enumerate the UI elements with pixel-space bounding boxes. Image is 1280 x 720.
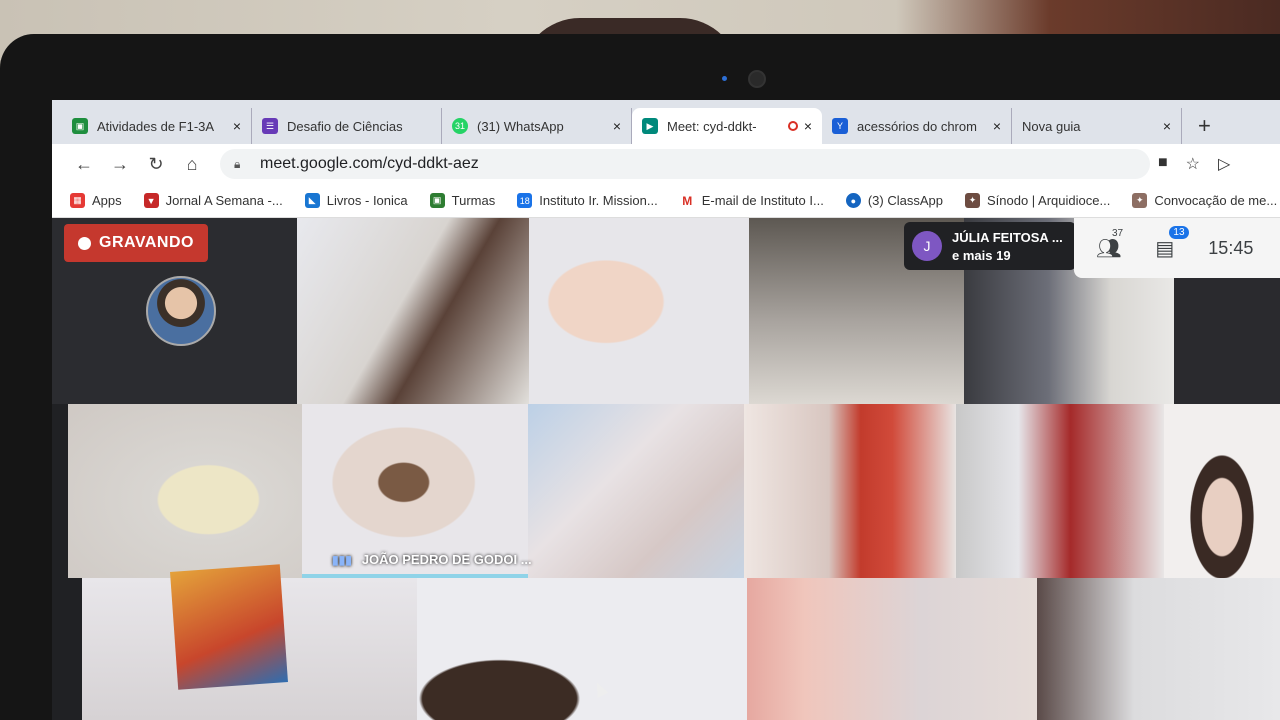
bookmark-instituto[interactable]: 18 Instituto Ir. Mission...	[517, 193, 658, 208]
video-tile[interactable]	[529, 218, 749, 404]
browser-toolbar: ← → ↻ ⌂ 🔒︎ meet.google.com/cyd-ddkt-aez …	[52, 144, 1280, 184]
tab-strip: ▣ Atividades de F1-3A × ☰ Desafio de Ciê…	[52, 100, 1280, 144]
close-icon[interactable]: ×	[613, 118, 621, 134]
presenter-name: JÚLIA FEITOSA ...	[952, 229, 1063, 245]
video-tile[interactable]	[297, 218, 529, 404]
video-tile[interactable]	[747, 578, 1037, 720]
recording-badge: GRAVANDO	[64, 224, 208, 262]
tab-meet[interactable]: ▶ Meet: cyd-ddkt- ×	[632, 108, 822, 144]
toolbar-actions: ■ ☆ ▷	[1158, 154, 1230, 174]
tab-whatsapp[interactable]: 31 (31) WhatsApp ×	[442, 108, 632, 144]
audio-level-icon: ▮▮▮	[332, 552, 352, 567]
gmail-icon: M	[679, 193, 695, 208]
bookmark-label: Instituto Ir. Mission...	[539, 193, 658, 208]
bookmark-label: Jornal A Semana -...	[165, 193, 283, 208]
presenter-chip[interactable]: J JÚLIA FEITOSA ... e mais 19	[904, 222, 1076, 270]
tab-title: Nova guia	[1022, 118, 1081, 134]
record-dot-icon	[78, 236, 91, 250]
video-tile[interactable]	[1037, 578, 1280, 720]
webcam-icon	[748, 70, 766, 88]
bookmark-label: Apps	[92, 193, 122, 208]
speaking-indicator	[302, 574, 528, 578]
apps-grid-icon: ▦	[70, 193, 85, 208]
lock-icon: 🔒︎	[234, 156, 241, 171]
bookmark-label: (3) ClassApp	[867, 193, 943, 208]
chat-count-badge: 13	[1169, 225, 1189, 239]
whatsapp-icon: 31	[452, 118, 468, 134]
people-icon[interactable]: 👥︎ 37	[1096, 228, 1123, 261]
chat-icon[interactable]: ▤ 13	[1155, 225, 1189, 261]
clock-time: 15:45	[1208, 237, 1254, 258]
recording-indicator-icon	[787, 121, 798, 131]
livros-icon: ◣	[304, 193, 320, 208]
jornal-icon: ▼	[143, 193, 159, 208]
camera-led-icon	[722, 76, 727, 81]
camera-icon[interactable]: ■	[1158, 154, 1168, 174]
convocacao-icon: ✦	[1132, 193, 1148, 208]
participants-count: 37	[1112, 227, 1124, 239]
video-tile[interactable]	[956, 404, 1164, 578]
reload-icon[interactable]: ↻	[138, 154, 174, 175]
bookmark-label: Convocação de me...	[1154, 193, 1278, 208]
speaker-name-label: ▮▮▮ JOÃO PEDRO DE GODOI ...	[332, 552, 532, 567]
forward-icon[interactable]: →	[102, 154, 138, 175]
close-icon[interactable]: ×	[804, 118, 812, 134]
tab-title: (31) WhatsApp	[477, 118, 564, 134]
back-icon[interactable]: ←	[66, 154, 102, 175]
tab-desafio[interactable]: ☰ Desafio de Ciências	[252, 108, 442, 144]
presenter-more: e mais 19	[952, 247, 1011, 263]
home-icon[interactable]: ⌂	[174, 154, 210, 175]
bookmark-classapp[interactable]: ● (3) ClassApp	[845, 193, 943, 208]
sinodo-icon: ✦	[964, 193, 980, 208]
bookmark-sinodo[interactable]: ✦ Sínodo | Arquidioce...	[964, 193, 1111, 208]
tab-title: Atividades de F1-3A	[97, 118, 215, 134]
bookmark-jornal[interactable]: ▼ Jornal A Semana -...	[143, 193, 283, 208]
extension-icon[interactable]: ▷	[1218, 154, 1230, 174]
avatar: J	[912, 231, 942, 261]
star-icon[interactable]: ☆	[1186, 154, 1200, 174]
calendar-icon: 18	[517, 193, 533, 208]
tab-acessorios[interactable]: Y acessórios do chrom ×	[822, 108, 1012, 144]
bookmark-label: E-mail de Instituto I...	[701, 193, 824, 208]
url-text: meet.google.com/cyd-ddkt-aez	[260, 155, 479, 172]
avatar	[146, 276, 216, 346]
bookmark-label: Turmas	[451, 193, 496, 208]
bookmark-livros[interactable]: ◣ Livros - Ionica	[304, 193, 408, 208]
turmas-icon: ▣	[429, 193, 445, 208]
video-tile[interactable]	[417, 578, 747, 720]
video-tile[interactable]	[528, 404, 744, 578]
video-tile[interactable]	[68, 404, 302, 578]
close-icon[interactable]: ×	[1163, 118, 1171, 134]
classapp-icon: ●	[845, 193, 861, 208]
tab-atividades[interactable]: ▣ Atividades de F1-3A ×	[62, 108, 252, 144]
meet-info-panel: 👥︎ 37 ▤ 13 15:45	[1074, 218, 1280, 278]
tab-nova-guia[interactable]: Nova guia ×	[1012, 108, 1182, 144]
video-tile[interactable]	[1164, 404, 1280, 578]
close-icon[interactable]: ×	[993, 118, 1001, 134]
bookmark-label: Sínodo | Arquidioce...	[986, 193, 1111, 208]
tab-title: Meet: cyd-ddkt-	[667, 118, 757, 134]
meet-video-grid: GRAVANDO ▮▮▮ JOÃO PEDRO DE GODOI ... J J…	[52, 218, 1280, 720]
new-tab-button[interactable]: +	[1198, 108, 1211, 144]
tab-title: acessórios do chrom	[857, 118, 977, 134]
video-tile[interactable]	[744, 404, 956, 578]
bookmark-apps[interactable]: ▦ Apps	[70, 193, 122, 208]
laptop-screen: ▣ Atividades de F1-3A × ☰ Desafio de Ciê…	[52, 100, 1280, 720]
bookmark-label: Livros - Ionica	[326, 193, 408, 208]
classroom-icon: ▣	[72, 118, 88, 134]
tab-title: Desafio de Ciências	[287, 118, 403, 134]
speaker-name: JOÃO PEDRO DE GODOI ...	[361, 552, 532, 567]
bookmark-email[interactable]: M E-mail de Instituto I...	[679, 193, 824, 208]
yahoo-icon: Y	[832, 118, 848, 134]
bookmark-turmas[interactable]: ▣ Turmas	[429, 193, 496, 208]
recording-label: GRAVANDO	[99, 234, 194, 251]
bookmark-convocacao[interactable]: ✦ Convocação de me...	[1132, 193, 1277, 208]
meet-icon: ▶	[642, 118, 658, 134]
address-bar[interactable]: 🔒︎ meet.google.com/cyd-ddkt-aez	[220, 149, 1150, 179]
book-cover-in-video	[170, 564, 288, 690]
close-icon[interactable]: ×	[233, 118, 241, 134]
forms-icon: ☰	[262, 118, 278, 134]
bookmarks-bar: ▦ Apps ▼ Jornal A Semana -... ◣ Livros -…	[52, 184, 1280, 218]
